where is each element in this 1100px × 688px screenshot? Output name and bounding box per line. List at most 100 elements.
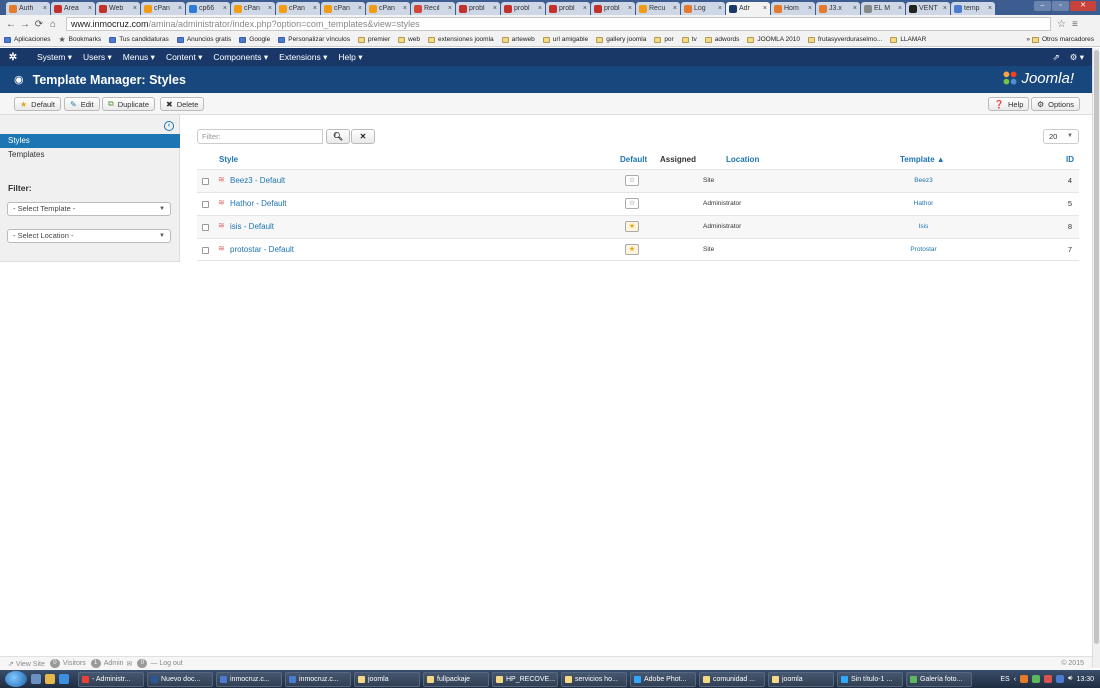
- admin-menu-item[interactable]: Components ▾: [213, 52, 268, 63]
- browser-tab[interactable]: probl ×: [546, 2, 590, 15]
- home-icon[interactable]: ⌂: [46, 19, 60, 30]
- taskbar-window-button[interactable]: comunidad ...: [699, 671, 765, 687]
- tab-close-icon[interactable]: ×: [898, 5, 902, 12]
- tab-close-icon[interactable]: ×: [358, 5, 362, 12]
- minimize-button[interactable]: ‒: [1034, 1, 1051, 11]
- view-site-link[interactable]: ⇗ View Site: [8, 660, 45, 668]
- column-header-template[interactable]: Template ▲: [900, 155, 945, 164]
- bookmark-item[interactable]: por: [654, 35, 674, 44]
- taskbar-window-button[interactable]: joomla: [354, 671, 420, 687]
- tab-close-icon[interactable]: ×: [268, 5, 272, 12]
- taskbar-window-button[interactable]: joomla: [768, 671, 834, 687]
- browser-tab[interactable]: cPan ×: [321, 2, 365, 15]
- tab-close-icon[interactable]: ×: [718, 5, 722, 12]
- browser-tab[interactable]: Área ×: [51, 2, 95, 15]
- row-checkbox[interactable]: [202, 201, 209, 208]
- search-input[interactable]: Filter:: [197, 129, 323, 144]
- bookmark-item[interactable]: arteweb: [501, 35, 535, 44]
- maximize-button[interactable]: ▫: [1052, 1, 1069, 11]
- row-checkbox[interactable]: [202, 224, 209, 231]
- row-template-link[interactable]: Isis: [901, 223, 946, 230]
- taskbar-window-button[interactable]: - Administr...: [78, 671, 144, 687]
- admin-menu-item[interactable]: System ▾: [37, 52, 72, 63]
- quicklaunch-desktop-icon[interactable]: [31, 674, 41, 684]
- joomla-logo-icon[interactable]: ✲: [0, 52, 26, 63]
- bookmark-star-icon[interactable]: ☆: [1057, 19, 1066, 30]
- sidebar-item-templates[interactable]: Templates: [0, 149, 44, 161]
- bookmark-item[interactable]: web: [398, 35, 420, 44]
- admin-menu-item[interactable]: Content ▾: [166, 52, 202, 63]
- select-location-dropdown[interactable]: - Select Location - ▼: [7, 229, 171, 243]
- tab-close-icon[interactable]: ×: [133, 5, 137, 12]
- row-template-link[interactable]: Hathor: [901, 200, 946, 207]
- browser-tab[interactable]: Log ×: [681, 2, 725, 15]
- browser-tab[interactable]: cPan ×: [276, 2, 320, 15]
- browser-tab[interactable]: Web ×: [96, 2, 140, 15]
- tab-close-icon[interactable]: ×: [448, 5, 452, 12]
- tab-close-icon[interactable]: ×: [853, 5, 857, 12]
- bookmark-item[interactable]: url amigable: [542, 35, 588, 44]
- browser-tab[interactable]: Hom ×: [771, 2, 815, 15]
- taskbar-window-button[interactable]: fullpackaje: [423, 671, 489, 687]
- quicklaunch-explorer-icon[interactable]: [45, 674, 55, 684]
- browser-tab[interactable]: VENT ×: [906, 2, 950, 15]
- taskbar-window-button[interactable]: inmocruz.c...: [216, 671, 282, 687]
- bookmark-item[interactable]: LLAMAR: [890, 35, 926, 44]
- row-checkbox[interactable]: [202, 247, 209, 254]
- browser-tab[interactable]: temp ×: [951, 2, 995, 15]
- search-button[interactable]: 🔍︎: [326, 129, 350, 144]
- clock[interactable]: 13:30: [1076, 676, 1094, 683]
- row-template-link[interactable]: Protostar: [901, 246, 946, 253]
- taskbar-window-button[interactable]: Galería foto...: [906, 671, 972, 687]
- tab-close-icon[interactable]: ×: [493, 5, 497, 12]
- default-star-off-icon[interactable]: ☆: [625, 198, 639, 209]
- tray-app-icon[interactable]: [1044, 675, 1053, 683]
- tab-close-icon[interactable]: ×: [628, 5, 632, 12]
- bookmark-item[interactable]: premier: [358, 35, 390, 44]
- browser-tab[interactable]: probl ×: [591, 2, 635, 15]
- messages-icon[interactable]: ✉: [127, 660, 133, 668]
- tab-close-icon[interactable]: ×: [223, 5, 227, 12]
- bookmark-item[interactable]: Anuncios gratis: [176, 35, 231, 44]
- other-bookmarks-folder[interactable]: Otros marcadores: [1031, 36, 1094, 43]
- back-arrow-icon[interactable]: ←: [4, 19, 18, 30]
- tab-close-icon[interactable]: ×: [88, 5, 92, 12]
- tab-close-icon[interactable]: ×: [988, 5, 992, 12]
- browser-tab[interactable]: cPan ×: [366, 2, 410, 15]
- row-template-link[interactable]: Beez3: [901, 177, 946, 184]
- tab-close-icon[interactable]: ×: [43, 5, 47, 12]
- tray-expand-icon[interactable]: ‹: [1014, 676, 1016, 683]
- tab-close-icon[interactable]: ×: [583, 5, 587, 12]
- select-template-dropdown[interactable]: - Select Template - ▼: [7, 202, 171, 216]
- column-header-location[interactable]: Location: [726, 155, 759, 164]
- user-gear-icon[interactable]: ⚙ ▾: [1070, 52, 1084, 63]
- style-name-link[interactable]: protostar - Default: [230, 245, 294, 254]
- tray-app-icon[interactable]: [1032, 675, 1041, 683]
- taskbar-window-button[interactable]: Nuevo doc...: [147, 671, 213, 687]
- logout-link[interactable]: — Log out: [150, 660, 182, 667]
- bookmark-item[interactable]: extensiones joomla: [428, 35, 494, 44]
- browser-tab[interactable]: Recu ×: [636, 2, 680, 15]
- default-star-on-icon[interactable]: ★: [625, 244, 639, 255]
- browser-tab[interactable]: cPan ×: [231, 2, 275, 15]
- options-button[interactable]: ⚙ Options: [1031, 97, 1081, 111]
- url-input[interactable]: www.inmocruz.com/amina/administrator/ind…: [66, 17, 1051, 31]
- bookmark-item[interactable]: frutasyverduraselmo...: [808, 35, 882, 44]
- bookmarks-overflow-button[interactable]: »: [1026, 36, 1030, 43]
- edit-button[interactable]: ✎ Edit: [64, 97, 100, 111]
- tab-close-icon[interactable]: ×: [403, 5, 407, 12]
- default-star-on-icon[interactable]: ★: [625, 221, 639, 232]
- taskbar-window-button[interactable]: Sin título-1 ...: [837, 671, 903, 687]
- browser-tab[interactable]: EL M ×: [861, 2, 905, 15]
- tab-close-icon[interactable]: ×: [763, 5, 767, 12]
- bookmark-item[interactable]: tv: [681, 35, 697, 44]
- browser-tab[interactable]: probl ×: [501, 2, 545, 15]
- bookmark-item[interactable]: Google: [239, 35, 270, 44]
- bookmark-item[interactable]: Tus candidaturas: [109, 35, 169, 44]
- browser-tab[interactable]: Recil ×: [411, 2, 455, 15]
- taskbar-window-button[interactable]: HP_RECOVE...: [492, 671, 558, 687]
- browser-tab[interactable]: cPan ×: [141, 2, 185, 15]
- column-header-style[interactable]: Style: [219, 155, 238, 164]
- bookmark-item[interactable]: Aplicaciones: [4, 35, 51, 44]
- bookmark-item[interactable]: Personalizar vínculos: [278, 35, 350, 44]
